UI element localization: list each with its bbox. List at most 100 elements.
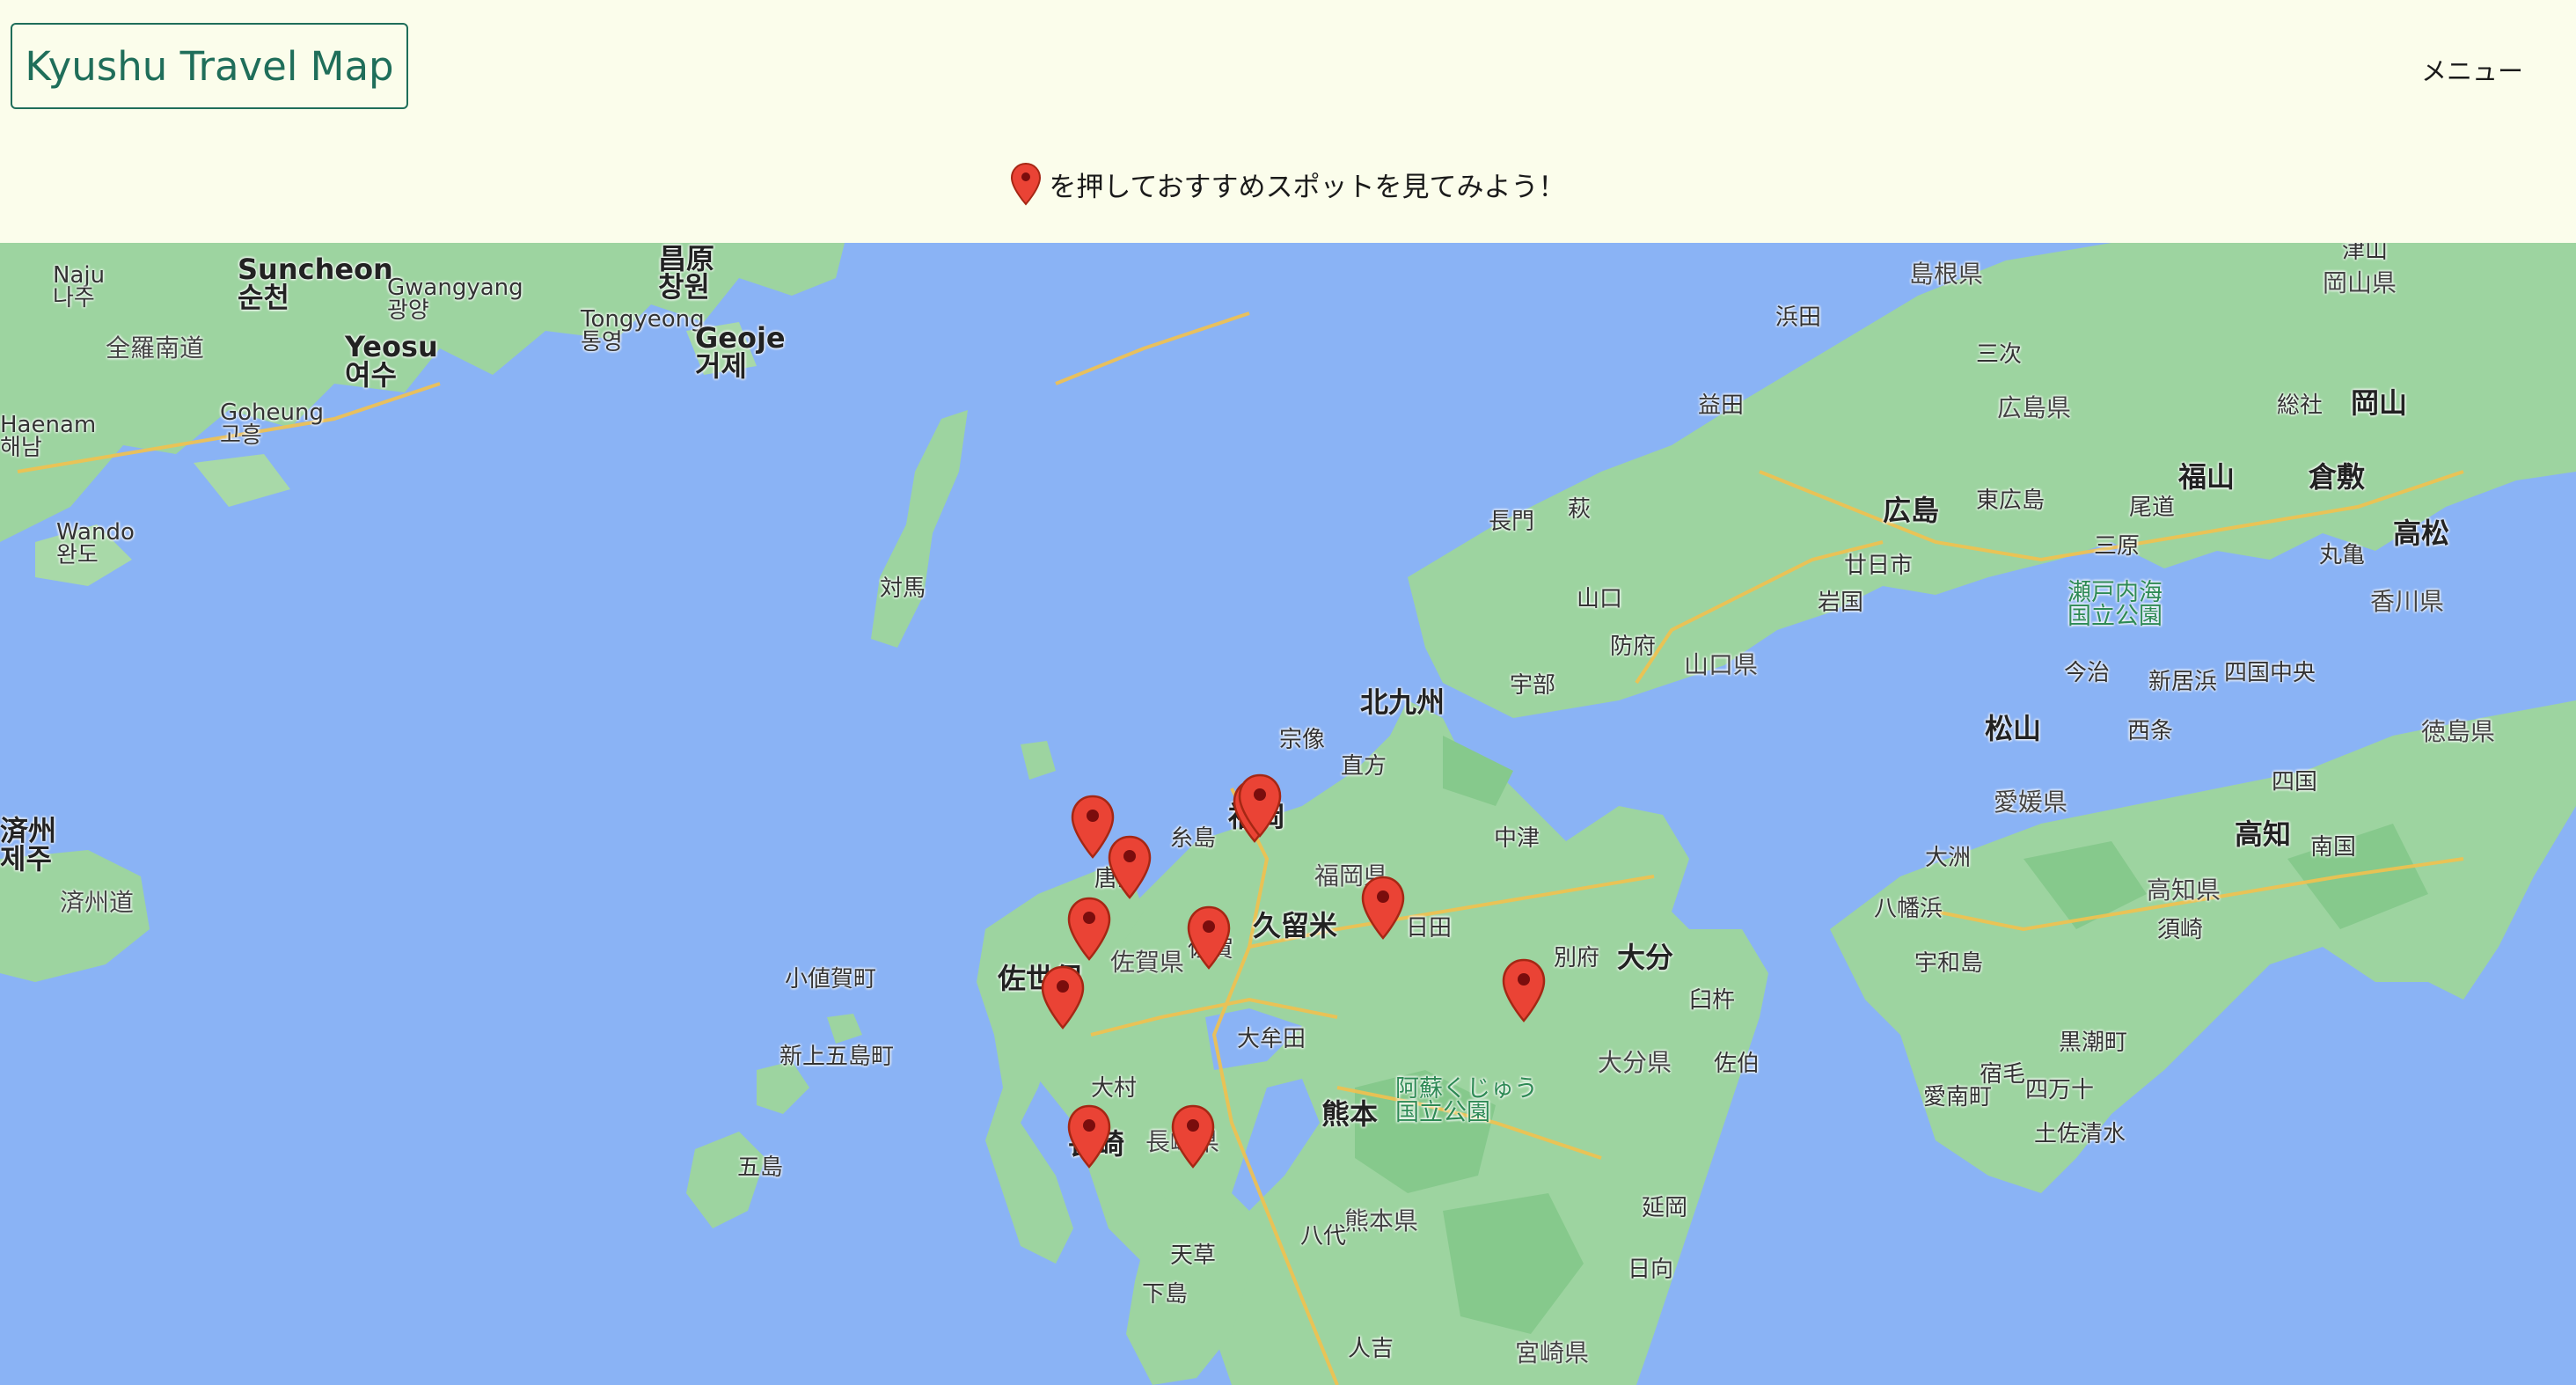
map-label-hatsukaichi: 廿日市 <box>1844 553 1914 579</box>
map-label-omuta: 大牟田 <box>1237 1026 1306 1052</box>
spot-saga-marker[interactable] <box>1185 905 1233 971</box>
map-label-tsushima: 対馬 <box>880 575 926 602</box>
map-label-okayamaken: 岡山県 <box>2323 268 2397 297</box>
map-label-nakatsu: 中津 <box>1494 825 1540 852</box>
map-label-hyuga: 日向 <box>1628 1257 1674 1283</box>
spot-karatsu-marker[interactable] <box>1106 834 1153 901</box>
map-label-hitoyoshi: 人吉 <box>1348 1336 1394 1362</box>
map-label-susaki: 須崎 <box>2157 917 2204 943</box>
map-label-tongyeong: Tongyeong 통영 <box>581 306 705 355</box>
map-label-niihama: 新居浜 <box>2148 669 2218 695</box>
map-label-yamaguchiken: 山口県 <box>1684 650 1759 679</box>
map-label-tsuyama: 津山 <box>2342 243 2389 264</box>
map-label-usuki: 臼杵 <box>1689 987 1736 1014</box>
spot-fukuoka-2-marker[interactable] <box>1236 773 1284 839</box>
brand-title[interactable]: Kyushu Travel Map <box>11 23 408 109</box>
map-label-shinkamigoto: 新上五島町 <box>779 1044 895 1070</box>
map-label-kuroshio: 黒潮町 <box>2059 1030 2128 1056</box>
map-label-nagato: 長門 <box>1489 509 1535 535</box>
spot-shimabara-marker[interactable] <box>1169 1103 1217 1170</box>
map-label-mihara: 三原 <box>2094 533 2141 560</box>
map-label-jejudo: 済州道 <box>60 888 135 917</box>
map-base <box>0 243 2576 1385</box>
map-label-takamatsu: 高松 <box>2393 517 2450 550</box>
hint-line: を押しておすすめスポットを見てみよう！ <box>0 162 2576 206</box>
map-label-onomichi: 尾道 <box>2129 495 2176 521</box>
map-label-aso: 阿蘇くじゅう 国立公園 <box>1395 1075 1538 1126</box>
map-label-soja: 総社 <box>2277 392 2324 419</box>
map-label-setonaikai: 瀬戸内海 国立公園 <box>2067 579 2163 630</box>
map-label-yatsushiro: 八代 <box>1300 1223 1347 1249</box>
map-label-kurume: 久留米 <box>1253 909 1338 942</box>
map-label-wando: Wando 완도 <box>56 519 135 568</box>
map-label-miyazakiken: 宮崎県 <box>1515 1338 1590 1367</box>
map-label-omura: 大村 <box>1091 1075 1138 1102</box>
map-label-ainan: 愛南町 <box>1923 1084 1993 1110</box>
map-label-hiroshimaken: 広島県 <box>1997 393 2072 422</box>
map-label-shimanto: 四万十 <box>2025 1077 2095 1103</box>
map-label-ojika: 小値賀町 <box>785 966 877 993</box>
map-label-miyoshi: 三次 <box>1976 341 2023 368</box>
map-label-fukuyama: 福山 <box>2178 460 2236 494</box>
map-label-okayama: 岡山 <box>2351 386 2408 420</box>
spot-imari-marker[interactable] <box>1065 896 1113 963</box>
map-label-kumamoto: 熊本 <box>1321 1097 1379 1131</box>
map-label-nogata: 直方 <box>1341 753 1387 780</box>
menu-button[interactable]: メニュー <box>2421 51 2523 88</box>
map-label-hofu: 防府 <box>1610 634 1657 660</box>
map-label-matsuyama: 松山 <box>1985 712 2042 745</box>
map-label-kagawaken: 香川県 <box>2370 587 2445 616</box>
map-label-ube: 宇部 <box>1510 672 1556 699</box>
hint-text: を押しておすすめスポットを見てみよう！ <box>1049 171 1566 203</box>
map-label-suncheon: Suncheon 순천 <box>238 253 393 314</box>
map-label-beppu: 別府 <box>1554 945 1600 971</box>
map-label-shikokuchuo: 四国中央 <box>2224 660 2316 686</box>
map-label-jeju: 済州 제주 <box>0 814 57 876</box>
map-label-yawatahama: 八幡浜 <box>1874 896 1943 922</box>
map-label-hamada: 浜田 <box>1775 304 1822 331</box>
map-pin-icon <box>1011 162 1042 206</box>
map-label-naju: Naju 나주 <box>53 262 106 311</box>
map-label-munakata: 宗像 <box>1279 727 1326 753</box>
map-label-yamaguchi: 山口 <box>1577 586 1623 612</box>
map-label-nankoku: 南国 <box>2310 834 2357 861</box>
map-label-saijo: 西条 <box>2127 718 2174 744</box>
map-label-yeosu: Yeosu 여수 <box>345 330 438 392</box>
map-label-goheung: Goheung 고흥 <box>220 399 324 449</box>
map-label-higashihiroshima: 東広島 <box>1976 487 2045 514</box>
spot-hita-marker[interactable] <box>1359 875 1407 942</box>
map-label-itoshima: 糸島 <box>1170 825 1217 852</box>
map-label-hagi: 萩 <box>1568 496 1592 523</box>
map-label-kurashiki: 倉敷 <box>2309 460 2366 494</box>
map-label-kumamotoken: 熊本県 <box>1344 1206 1419 1235</box>
map-label-jeonra: 全羅南道 <box>106 333 205 363</box>
map-label-tosashimizu: 土佐清水 <box>2034 1121 2126 1147</box>
map-label-shimane: 島根県 <box>1909 260 1984 289</box>
map-label-hiroshima: 広島 <box>1883 494 1940 527</box>
spot-yufuin-marker[interactable] <box>1500 957 1548 1024</box>
map-label-shikoku: 四国 <box>2272 769 2318 795</box>
map-label-haenam: Haenam 해남 <box>0 412 97 461</box>
map-label-iwakuni: 岩国 <box>1818 590 1864 616</box>
map-label-ozu: 大洲 <box>1925 845 1972 871</box>
map-label-saiki: 佐伯 <box>1714 1051 1760 1077</box>
map-label-geoje: Geoje 거제 <box>695 321 786 383</box>
map-label-masuda: 益田 <box>1698 392 1745 419</box>
map-label-hita: 日田 <box>1406 915 1453 942</box>
map-label-kochi: 高知 <box>2235 817 2292 851</box>
map-label-kochiken: 高知県 <box>2147 876 2221 905</box>
map-label-gwangyang: Gwangyang 광양 <box>387 275 523 324</box>
map-label-nobeoka: 延岡 <box>1642 1195 1688 1221</box>
spot-nagasaki-marker[interactable] <box>1065 1103 1113 1170</box>
map-label-kitakyushu: 北九州 <box>1360 685 1445 719</box>
map-label-oita: 大分 <box>1617 941 1674 974</box>
map-label-sukumo: 宿毛 <box>1980 1061 2026 1088</box>
map-label-amakusa: 天草 <box>1170 1242 1217 1269</box>
map-view[interactable]: Naju 나주 Suncheon 순천 Gwangyang 광양 Tongyeong … <box>0 243 2576 1385</box>
map-label-tokushimaken: 徳島県 <box>2421 717 2496 746</box>
map-label-ehimeken: 愛媛県 <box>1994 788 2068 817</box>
map-label-oitaken: 大分県 <box>1598 1048 1672 1077</box>
spot-sasebo-marker[interactable] <box>1039 964 1087 1031</box>
map-label-sagaken: 佐賀県 <box>1110 948 1185 977</box>
header: Kyushu Travel Map メニュー を押しておすすめスポットを見てみよ… <box>0 0 2576 243</box>
